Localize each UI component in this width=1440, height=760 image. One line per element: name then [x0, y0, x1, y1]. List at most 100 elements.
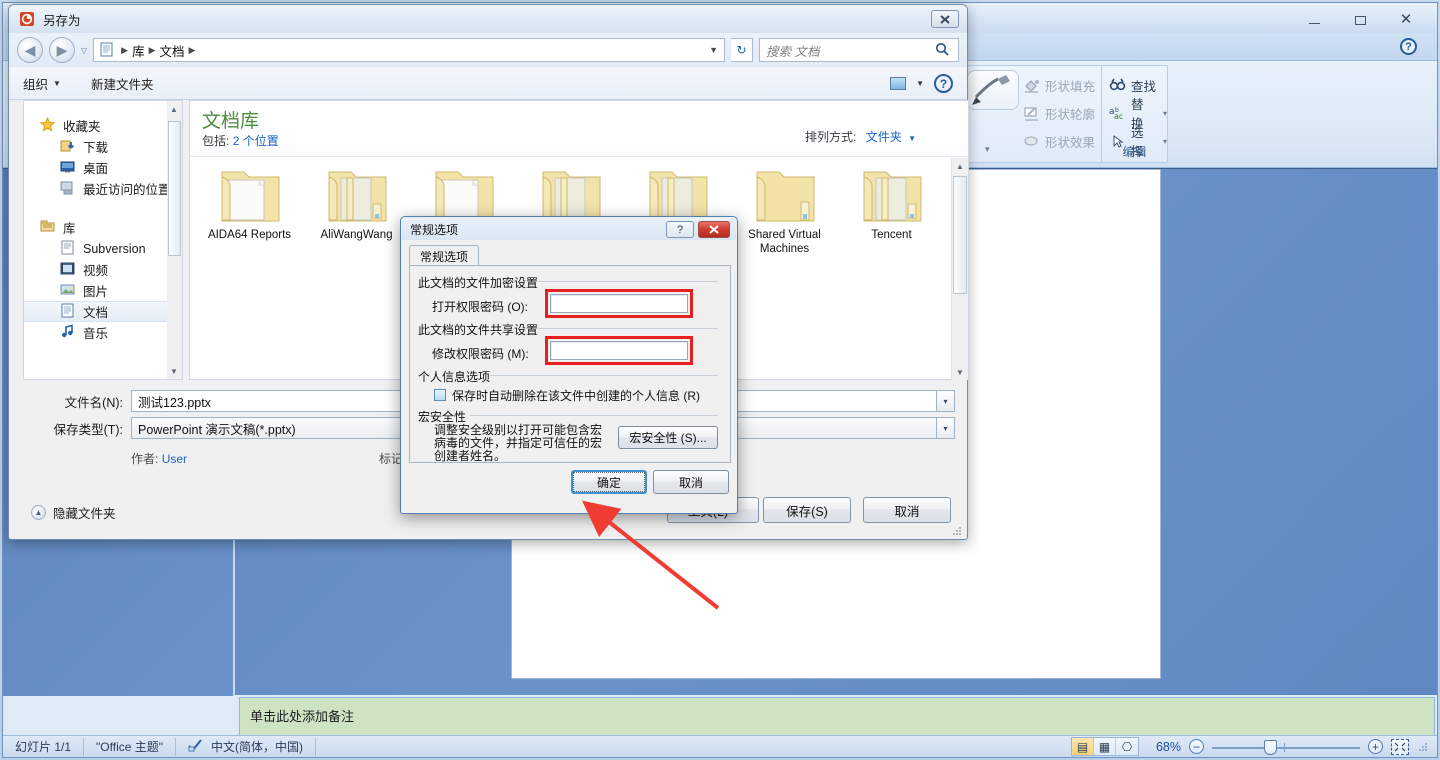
cancel-button[interactable]: 取消 — [653, 470, 729, 494]
sidebar-item-pictures[interactable]: 图片 — [24, 280, 181, 301]
slide-sorter-view-button[interactable]: ▦ — [1094, 738, 1116, 755]
replace-caret-icon[interactable]: ▾ — [1163, 109, 1167, 118]
save-button[interactable]: 保存(S) — [763, 497, 851, 523]
file-list-scrollbar[interactable]: ▲ ▼ — [951, 158, 968, 380]
normal-view-button[interactable]: ▤ — [1072, 738, 1094, 755]
zoom-slider[interactable] — [1212, 739, 1360, 755]
save-as-titlebar: 另存为 — [9, 5, 967, 33]
tab-general-options[interactable]: 常规选项 — [409, 245, 480, 266]
navpane-scroll-up-button[interactable]: ▲ — [167, 101, 181, 117]
author-field[interactable]: 作者: User — [131, 450, 187, 467]
ribbon-help-icon[interactable]: ? — [1400, 38, 1417, 55]
folder-name: AliWangWang — [320, 229, 393, 241]
navigation-pane-scrollbar[interactable]: ▲ ▼ — [167, 100, 183, 380]
macro-description: 调整安全级别以打开可能包含宏病毒的文件，并指定可信任的宏创建者姓名。 — [434, 423, 603, 463]
status-theme[interactable]: "Office 主题" — [84, 737, 177, 756]
status-slide-count: 幻灯片 1/1 — [3, 737, 85, 756]
view-caret-icon[interactable]: ▼ — [916, 79, 924, 88]
toolbar-right-group: ▼ ? — [890, 73, 953, 93]
fit-window-icon[interactable] — [1391, 738, 1409, 755]
new-folder-button[interactable]: 新建文件夹 — [91, 74, 154, 93]
author-value[interactable]: User — [162, 452, 187, 466]
sharing-group-rule — [538, 328, 718, 329]
sidebar-item-videos[interactable]: 视频 — [24, 259, 181, 280]
zoom-in-button[interactable]: + — [1368, 739, 1383, 754]
slideshow-view-button[interactable]: ⎔ — [1116, 738, 1138, 755]
breadcrumb-item-documents[interactable]: 文档 — [160, 41, 185, 60]
help-button[interactable]: ? — [666, 221, 694, 238]
zoom-slider-thumb[interactable] — [1264, 739, 1277, 755]
help-icon[interactable]: ? — [934, 73, 953, 93]
close-button[interactable] — [698, 221, 730, 238]
filelist-scroll-down-button[interactable]: ▼ — [952, 364, 968, 380]
find-icon — [1109, 77, 1126, 94]
zoom-out-button[interactable]: − — [1189, 739, 1204, 754]
navigation-pane[interactable]: 收藏夹 下载 桌面 最近访问的位置 库 Subversion 视频 图片 文档 … — [23, 100, 181, 380]
navpane-scroll-thumb[interactable] — [168, 121, 181, 256]
sidebar-item-subversion[interactable]: Subversion — [24, 238, 181, 259]
status-spacer — [316, 738, 1071, 756]
general-options-title: 常规选项 — [410, 222, 459, 237]
close-button[interactable]: ✕ — [1391, 11, 1421, 29]
shape-effects-button[interactable]: 形状效果 ▾ — [1023, 130, 1106, 152]
remove-personal-info-checkbox[interactable] — [434, 389, 446, 401]
sidebar-item-favorites[interactable]: 收藏夹 — [24, 115, 181, 136]
filelist-scroll-thumb[interactable] — [953, 176, 967, 294]
find-button[interactable]: 查找 — [1109, 74, 1156, 96]
back-button[interactable]: ◀ — [17, 37, 43, 63]
sidebar-item-downloads[interactable]: 下载 — [24, 136, 181, 157]
navpane-scroll-down-button[interactable]: ▼ — [167, 363, 181, 379]
organize-button[interactable]: 组织 ▼ — [23, 74, 61, 93]
minimize-button[interactable] — [1299, 11, 1329, 29]
includes-value[interactable]: 2 个位置 — [233, 134, 279, 148]
zoom-percent-label[interactable]: 68% — [1147, 740, 1181, 754]
filename-dropdown-caret-icon[interactable]: ▾ — [937, 390, 955, 412]
filetype-dropdown-caret-icon[interactable]: ▾ — [937, 417, 955, 439]
filelist-scroll-up-button[interactable]: ▲ — [952, 158, 968, 174]
folder-name: Shared Virtual Machines — [748, 229, 821, 255]
quick-styles-caret-icon[interactable]: ▾ — [985, 144, 990, 155]
save-as-resize-grip[interactable] — [951, 524, 963, 536]
filetype-label: 保存类型(T): — [53, 422, 123, 437]
privacy-group-rule — [490, 375, 718, 376]
forward-button[interactable]: ▶ — [49, 37, 75, 63]
shape-fill-button[interactable]: 形状填充 ▾ — [1023, 74, 1106, 96]
resize-grip[interactable] — [1417, 741, 1429, 753]
list-item[interactable]: AliWangWang — [303, 164, 410, 284]
general-options-dialog[interactable]: 常规选项 ? 常规选项 此文档的文件加密设置 打开权限密码 (O): 此文档的文… — [400, 216, 738, 514]
folder-name: Tencent — [871, 229, 912, 241]
macro-security-button[interactable]: 宏安全性 (S)... — [618, 426, 718, 449]
search-placeholder: 搜索 文档 — [766, 44, 820, 59]
refresh-button[interactable]: ↻ — [731, 38, 753, 62]
list-item[interactable]: Tencent — [838, 164, 945, 284]
view-layout-icon[interactable] — [890, 76, 907, 90]
history-dropdown-icon[interactable]: ▽ — [81, 46, 87, 55]
shape-outline-button[interactable]: 形状轮廓 ▾ — [1023, 102, 1106, 124]
replace-button[interactable]: a ac b 替换 ▾ — [1109, 98, 1167, 131]
sidebar-item-libraries[interactable]: 库 — [24, 217, 181, 238]
sidebar-item-recent[interactable]: 最近访问的位置 — [24, 178, 181, 199]
sidebar-item-documents[interactable]: 文档 — [24, 301, 181, 322]
sidebar-item-music[interactable]: 音乐 — [24, 322, 181, 343]
hide-folders-button[interactable]: ▲ 隐藏文件夹 — [31, 503, 116, 522]
cancel-button[interactable]: 取消 — [863, 497, 951, 523]
status-language-cell[interactable]: 中文(简体，中国) — [176, 737, 317, 756]
breadcrumb-dropdown-icon[interactable]: ▼ — [709, 45, 718, 55]
search-input[interactable]: 搜索 文档 — [759, 38, 959, 62]
arrange-by-control[interactable]: 排列方式: 文件夹 ▼ — [805, 128, 916, 145]
general-options-titlebar: 常规选项 ? — [402, 218, 736, 240]
quick-styles-preview[interactable] — [967, 70, 1019, 110]
shape-outline-icon — [1023, 105, 1040, 122]
sidebar-item-desktop[interactable]: 桌面 — [24, 157, 181, 178]
list-item[interactable]: Shared Virtual Machines — [731, 164, 838, 284]
list-item[interactable]: AIDA64 Reports — [196, 164, 303, 284]
breadcrumb[interactable]: ▶ 库 ▶ 文档 ▶ ▼ — [93, 38, 725, 62]
chevron-up-icon: ▲ — [31, 505, 46, 520]
maximize-button[interactable] — [1345, 11, 1375, 29]
search-icon[interactable] — [935, 42, 952, 59]
save-as-close-button[interactable] — [931, 10, 959, 28]
shape-effects-label: 形状效果 — [1045, 135, 1096, 150]
breadcrumb-item-library[interactable]: 库 — [132, 41, 145, 60]
ok-button[interactable]: 确定 — [571, 470, 647, 494]
organize-caret-icon: ▼ — [53, 78, 61, 88]
